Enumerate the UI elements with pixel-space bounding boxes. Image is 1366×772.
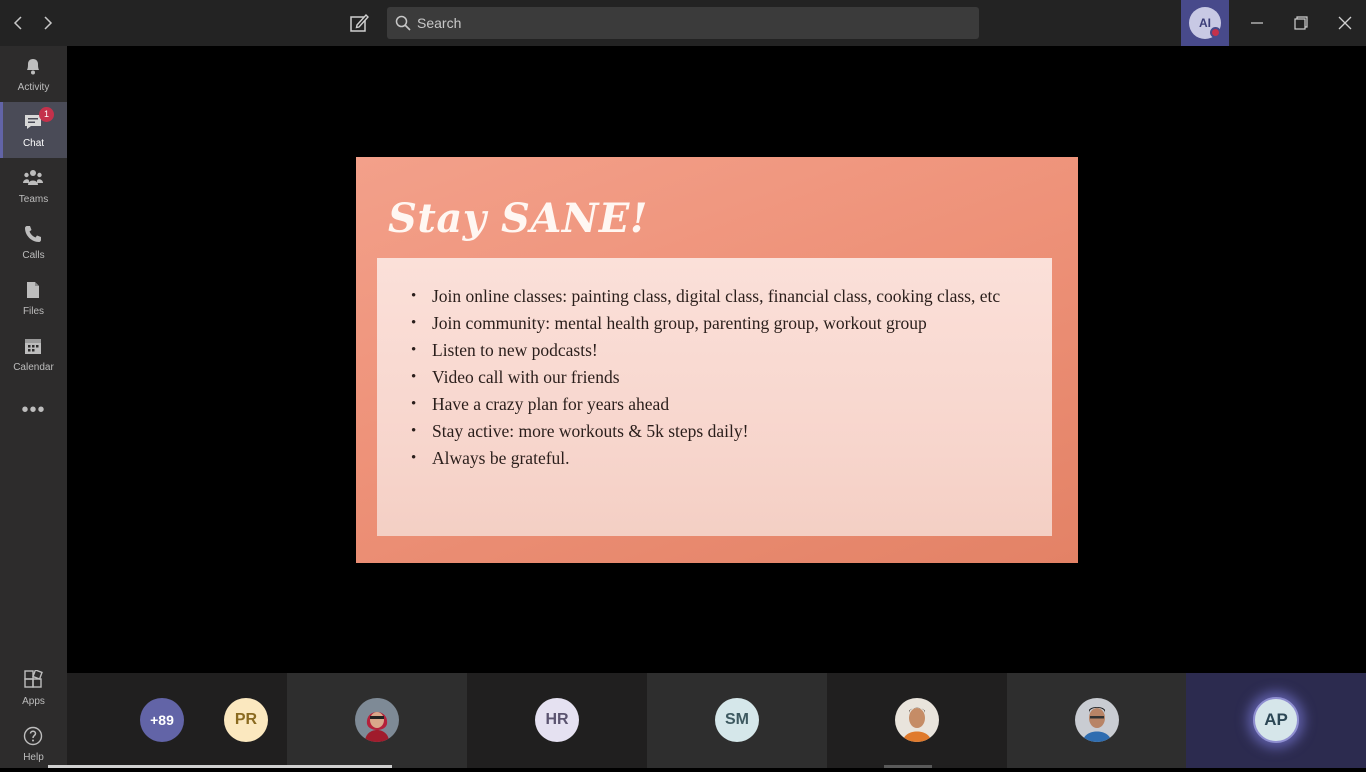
rail-item-calls[interactable]: Calls [0, 214, 67, 270]
rail-item-label: Files [22, 306, 45, 317]
list-item: Always be grateful. [411, 448, 1041, 468]
participant-tile[interactable]: SM [647, 673, 827, 768]
status-badge [1210, 27, 1221, 38]
participant-avatar: HR [535, 698, 579, 742]
participant-photo [1075, 698, 1119, 742]
minimize-icon[interactable] [1242, 8, 1272, 38]
list-item: Stay active: more workouts & 5k steps da… [411, 421, 1041, 441]
help-icon [23, 726, 43, 746]
restore-icon[interactable] [1286, 8, 1316, 38]
participant-photo [355, 698, 399, 742]
more-participants-button[interactable]: +89 [140, 698, 184, 742]
bell-icon [23, 56, 43, 76]
participant-avatar: SM [715, 698, 759, 742]
participant-tile[interactable]: HR [467, 673, 647, 768]
rail-item-calendar[interactable]: Calendar [0, 326, 67, 382]
app-rail: Activity 1 Chat Teams Calls Files Calend… [0, 46, 67, 768]
list-item: Join online classes: painting class, dig… [411, 286, 1041, 306]
rail-item-label: Teams [18, 194, 49, 205]
compose-icon[interactable] [346, 10, 372, 36]
chevron-left-icon[interactable] [8, 12, 30, 34]
calendar-icon [23, 336, 43, 356]
profile-button[interactable]: AI [1181, 0, 1229, 46]
slide-content-panel: Join online classes: painting class, dig… [377, 258, 1052, 536]
rail-item-label: Chat [22, 138, 45, 149]
chevron-right-icon[interactable] [36, 12, 58, 34]
shared-slide: Stay SANE! Join online classes: painting… [356, 157, 1078, 563]
rail-item-label: Activity [17, 82, 50, 93]
teams-icon [23, 168, 43, 188]
list-item: Have a crazy plan for years ahead [411, 394, 1041, 414]
phone-icon [23, 224, 43, 244]
participant-avatar: AP [1253, 697, 1299, 743]
participant-tile[interactable] [827, 673, 1007, 768]
slide-title: Stay SANE! [388, 195, 648, 242]
rail-item-label: Apps [22, 696, 45, 707]
file-icon [23, 280, 43, 300]
participant-tile-self[interactable]: AP [1186, 673, 1366, 768]
rail-item-help[interactable]: Help [0, 716, 67, 772]
rail-item-files[interactable]: Files [0, 270, 67, 326]
list-item: Listen to new podcasts! [411, 340, 1041, 360]
participant-tile[interactable] [287, 673, 467, 768]
rail-item-activity[interactable]: Activity [0, 46, 67, 102]
rail-item-apps[interactable]: Apps [0, 660, 67, 716]
apps-icon [23, 669, 43, 690]
participant-tile[interactable] [1007, 673, 1186, 768]
participant-strip: +89 PR HR SM AP [67, 673, 1366, 768]
list-item: Join community: mental health group, par… [411, 313, 1041, 333]
rail-item-label: Help [23, 752, 44, 763]
rail-item-chat[interactable]: 1 Chat [0, 102, 67, 158]
participant-avatar[interactable]: PR [224, 698, 268, 742]
notification-badge: 1 [39, 107, 54, 122]
rail-item-label: Calendar [13, 362, 54, 373]
title-bar: Search AI [0, 0, 1366, 46]
participant-photo [895, 698, 939, 742]
rail-item-label: Calls [22, 250, 45, 261]
search-input[interactable]: Search [417, 15, 461, 31]
search-bar[interactable]: Search [387, 7, 979, 39]
close-icon[interactable] [1330, 8, 1360, 38]
participant-tile-overflow: +89 PR [67, 673, 287, 768]
rail-item-teams[interactable]: Teams [0, 158, 67, 214]
list-item: Video call with our friends [411, 367, 1041, 387]
slide-bullet-list: Join online classes: painting class, dig… [411, 286, 1041, 475]
search-icon [395, 15, 411, 31]
more-apps-button[interactable]: ••• [0, 399, 67, 422]
